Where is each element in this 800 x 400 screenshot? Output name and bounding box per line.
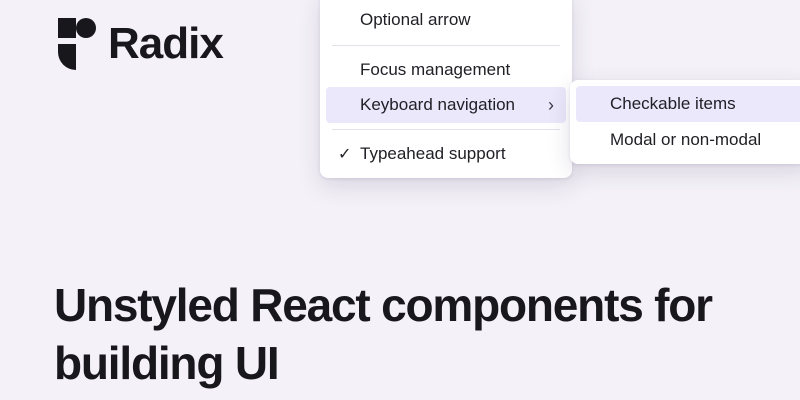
brand-logo[interactable]: Radix xyxy=(56,16,224,72)
submenu: Checkable items Modal or non-modal xyxy=(570,80,800,164)
menu-item-label: Modal or non-modal xyxy=(610,130,762,149)
menu-item-keyboard-navigation[interactable]: Keyboard navigation › xyxy=(326,87,566,123)
menu-separator xyxy=(332,129,560,130)
menu-item-optional-arrow[interactable]: Optional arrow xyxy=(326,2,566,38)
submenu-item-modal-or-non-modal[interactable]: Modal or non-modal xyxy=(576,122,800,158)
menu-item-label: Optional arrow xyxy=(360,10,471,29)
menu-separator xyxy=(332,45,560,46)
menu-item-typeahead-support[interactable]: ✓ Typeahead support xyxy=(326,136,566,172)
radix-logo-icon xyxy=(58,18,96,70)
menu-item-label: Focus management xyxy=(360,60,511,79)
chevron-right-icon: › xyxy=(548,94,554,115)
checkmark-icon: ✓ xyxy=(338,146,352,163)
menu-item-label: Typeahead support xyxy=(360,144,506,163)
menu-item-label: Checkable items xyxy=(610,94,736,113)
submenu-item-checkable-items[interactable]: Checkable items xyxy=(576,86,800,122)
menu-item-label: Keyboard navigation xyxy=(360,95,516,114)
menu-item-focus-management[interactable]: Focus management xyxy=(326,52,566,88)
dropdown-menu: Optional arrow Focus management Keyboard… xyxy=(320,0,572,178)
brand-name: Radix xyxy=(108,19,224,68)
hero-headline: Unstyled React components for building U… xyxy=(54,279,713,389)
